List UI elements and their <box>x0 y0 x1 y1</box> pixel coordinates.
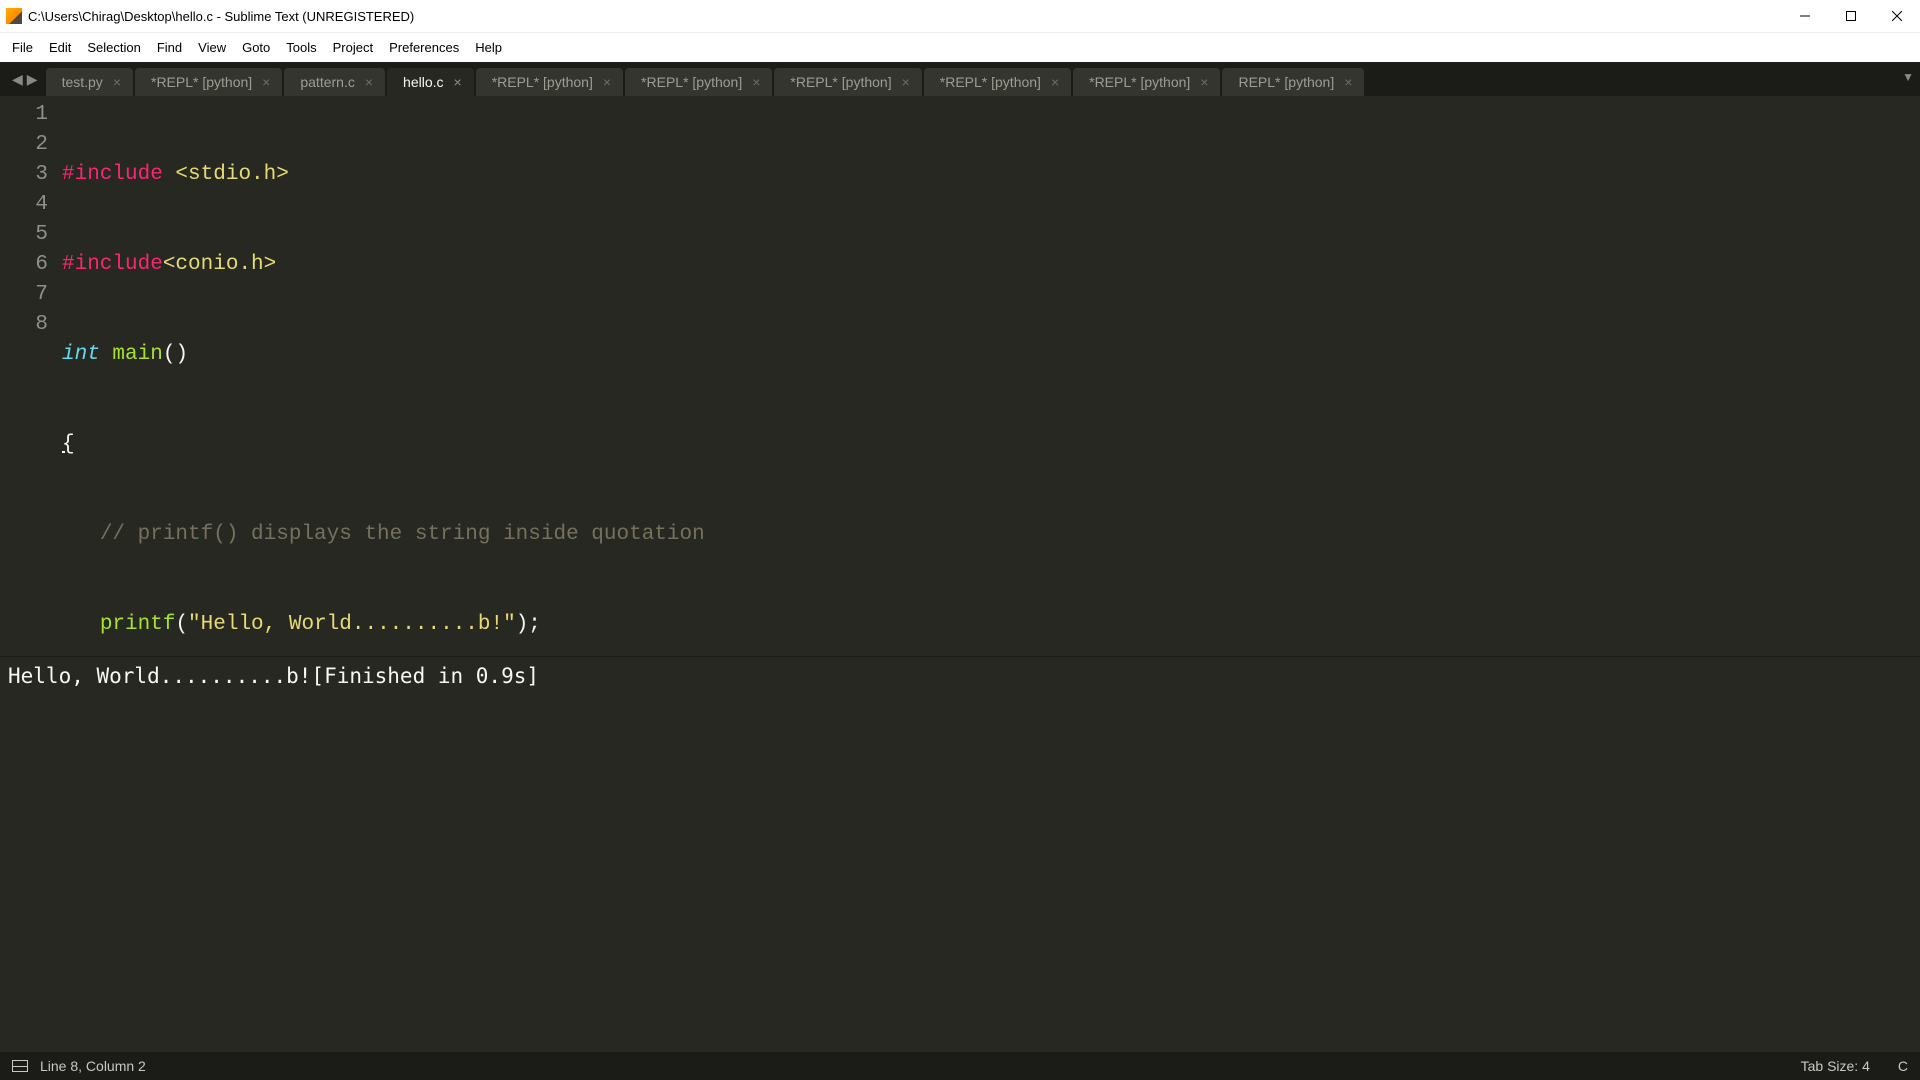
menu-file[interactable]: File <box>4 36 41 59</box>
tab-repl-5[interactable]: *REPL* [python] × <box>924 68 1071 96</box>
code-area[interactable]: #include <stdio.h> #include<conio.h> int… <box>62 96 1890 656</box>
line-number: 8 <box>0 310 48 340</box>
tab-label: *REPL* [python] <box>151 74 252 90</box>
close-icon[interactable]: × <box>1344 75 1352 89</box>
close-icon[interactable]: × <box>454 75 462 89</box>
build-output-panel[interactable]: Hello, World..........b![Finished in 0.9… <box>0 656 1920 1052</box>
line-number: 1 <box>0 100 48 130</box>
code-line: // printf() displays the string inside q… <box>62 520 1890 550</box>
close-icon[interactable]: × <box>1051 75 1059 89</box>
maximize-button[interactable] <box>1828 0 1874 32</box>
tab-repl-4[interactable]: *REPL* [python] × <box>774 68 921 96</box>
close-button[interactable] <box>1874 0 1920 32</box>
window-titlebar: C:\Users\Chirag\Desktop\hello.c - Sublim… <box>0 0 1920 32</box>
close-icon[interactable]: × <box>752 75 760 89</box>
line-number: 4 <box>0 190 48 220</box>
menubar: File Edit Selection Find View Goto Tools… <box>0 32 1920 62</box>
menu-edit[interactable]: Edit <box>41 36 79 59</box>
menu-tools[interactable]: Tools <box>278 36 324 59</box>
tab-repl-1[interactable]: *REPL* [python] × <box>135 68 282 96</box>
minimize-button[interactable] <box>1782 0 1828 32</box>
menu-selection[interactable]: Selection <box>79 36 148 59</box>
tab-repl-2[interactable]: *REPL* [python] × <box>476 68 623 96</box>
tab-test-py[interactable]: test.py × <box>46 68 133 96</box>
tab-label: *REPL* [python] <box>790 74 891 90</box>
tab-history: ◀ ▶ <box>4 62 46 96</box>
window-controls <box>1782 0 1920 32</box>
menu-find[interactable]: Find <box>149 36 190 59</box>
close-icon[interactable]: × <box>262 75 270 89</box>
status-cursor[interactable]: Line 8, Column 2 <box>40 1058 146 1074</box>
tab-label: *REPL* [python] <box>940 74 1041 90</box>
tab-label: *REPL* [python] <box>1089 74 1190 90</box>
editor[interactable]: 1 2 3 4 5 6 7 8 #include <stdio.h> #incl… <box>0 96 1920 656</box>
window-title: C:\Users\Chirag\Desktop\hello.c - Sublim… <box>28 9 414 24</box>
menu-view[interactable]: View <box>190 36 234 59</box>
line-number: 7 <box>0 280 48 310</box>
close-icon[interactable]: × <box>365 75 373 89</box>
tab-repl-6[interactable]: *REPL* [python] × <box>1073 68 1220 96</box>
close-icon[interactable]: × <box>1200 75 1208 89</box>
tab-label: REPL* [python] <box>1238 74 1334 90</box>
tab-label: *REPL* [python] <box>641 74 742 90</box>
tab-history-forward-icon[interactable]: ▶ <box>25 71 40 88</box>
status-syntax[interactable]: C <box>1898 1058 1908 1074</box>
menu-preferences[interactable]: Preferences <box>381 36 467 59</box>
tab-pattern-c[interactable]: pattern.c × <box>284 68 385 96</box>
menu-goto[interactable]: Goto <box>234 36 278 59</box>
menu-help[interactable]: Help <box>467 36 510 59</box>
code-line: int main() <box>62 340 1890 370</box>
tab-hello-c[interactable]: hello.c × <box>387 68 474 96</box>
panel-switcher-icon[interactable] <box>12 1060 28 1072</box>
tab-repl-3[interactable]: *REPL* [python] × <box>625 68 772 96</box>
line-number: 2 <box>0 130 48 160</box>
code-line: printf("Hello, World..........b!"); <box>62 610 1890 640</box>
status-tab-size[interactable]: Tab Size: 4 <box>1801 1058 1870 1074</box>
menu-project[interactable]: Project <box>325 36 381 59</box>
tab-repl-7[interactable]: REPL* [python] × <box>1222 68 1364 96</box>
tabbar: ◀ ▶ test.py × *REPL* [python] × pattern.… <box>0 62 1920 96</box>
statusbar: Line 8, Column 2 Tab Size: 4 C <box>0 1052 1920 1080</box>
tab-label: hello.c <box>403 74 443 90</box>
close-icon[interactable]: × <box>603 75 611 89</box>
gutter: 1 2 3 4 5 6 7 8 <box>0 96 62 656</box>
tab-label: pattern.c <box>300 74 354 90</box>
close-icon[interactable]: × <box>113 75 121 89</box>
tab-history-back-icon[interactable]: ◀ <box>10 71 25 88</box>
line-number: 6 <box>0 250 48 280</box>
tab-overflow-icon[interactable]: ▼ <box>1902 70 1914 84</box>
code-line: #include <stdio.h> <box>62 160 1890 190</box>
line-number: 5 <box>0 220 48 250</box>
tab-label: *REPL* [python] <box>492 74 593 90</box>
build-output-text: Hello, World..........b![Finished in 0.9… <box>8 664 539 688</box>
app-icon <box>6 8 22 24</box>
minimap[interactable] <box>1890 96 1920 656</box>
line-number: 3 <box>0 160 48 190</box>
tab-label: test.py <box>62 74 103 90</box>
close-icon[interactable]: × <box>902 75 910 89</box>
code-line: { <box>62 430 1890 460</box>
code-line: #include<conio.h> <box>62 250 1890 280</box>
